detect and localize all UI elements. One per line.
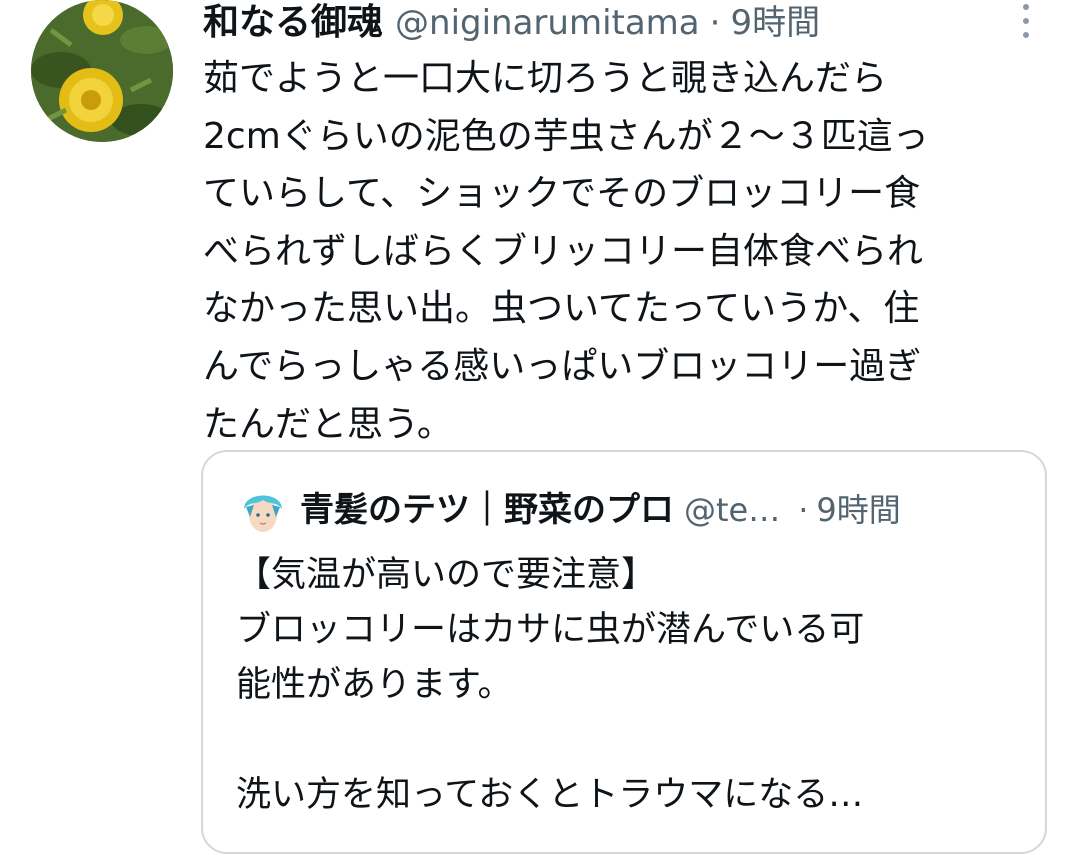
tweet-text-line: なかった思い出。虫ついてたっていうか、住 [203, 288, 920, 330]
quoted-separator-dot: · [798, 491, 809, 529]
tweet-text-line: ていらして、ショックでそのブロッコリー食 [203, 173, 921, 215]
quoted-text-line [236, 713, 1016, 768]
tweet-text-line: 茹でようと一口大に切ろうと覗き込んだら [203, 58, 888, 99]
author-avatar[interactable] [31, 0, 173, 142]
quoted-author-avatar [236, 483, 290, 537]
quoted-tweet-header: 青髪のテツ｜野菜のプロ @te… · 9時間 [236, 478, 1036, 542]
tweet-text-line: んでらっしゃる感いっぱいブロッコリー過ぎ [203, 345, 922, 387]
quoted-text-line: ブロッコリーはカサに虫が潜んでいる可 [236, 610, 865, 650]
more-dot [1023, 18, 1029, 24]
quoted-tweet-text: 【気温が高いので要注意】 ブロッコリーはカサに虫が潜んでいる可 能性があります。… [236, 548, 1016, 823]
more-dot [1023, 4, 1029, 10]
more-options-icon[interactable] [1016, 4, 1036, 38]
flower-avatar-icon [31, 0, 173, 142]
more-dot [1023, 32, 1029, 38]
author-display-name[interactable]: 和なる御魂 [203, 0, 383, 46]
tweet-text-line: たんだと思う。 [203, 403, 453, 445]
tweet-text: 茹でようと一口大に切ろうと覗き込んだら 2cmぐらいの泥色の芋虫さんが２〜３匹這… [203, 50, 1051, 453]
quoted-author-handle: @te… [684, 491, 781, 529]
author-handle[interactable]: @niginarumitama [395, 0, 700, 46]
quoted-text-line: 【気温が高いので要注意】 [236, 555, 657, 595]
quoted-tweet-timestamp: 9時間 [816, 491, 901, 529]
quoted-tweet-card[interactable]: 青髪のテツ｜野菜のプロ @te… · 9時間 【気温が高いので要注意】 ブロッコ… [201, 450, 1047, 854]
separator-dot: · [709, 3, 721, 43]
tweet-timestamp[interactable]: 9時間 [730, 0, 820, 46]
tweet-text-line: 2cmぐらいの泥色の芋虫さんが２〜３匹這っ [203, 115, 929, 157]
tweet-header: 和なる御魂 @niginarumitama · 9時間 [203, 0, 1003, 46]
blue-hair-avatar-icon [236, 483, 290, 537]
tweet-text-line: べられずしばらくブリッコリー自体食べられ [203, 230, 924, 272]
quoted-text-line: 能性があります。 [236, 665, 513, 705]
quoted-author-display-name: 青髪のテツ｜野菜のプロ [300, 490, 674, 530]
quoted-text-line: 洗い方を知っておくとトラウマになる… [236, 775, 864, 815]
